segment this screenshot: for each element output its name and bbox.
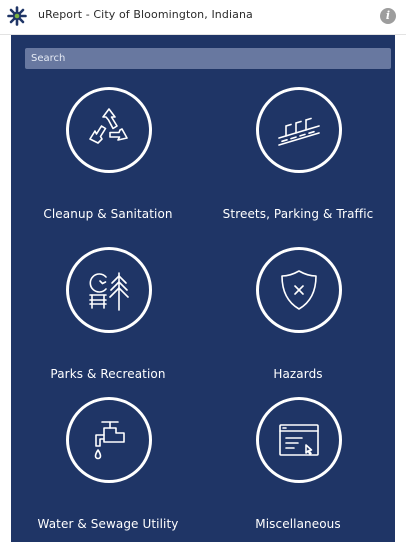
search-input[interactable]: Search xyxy=(25,48,391,69)
faucet-icon xyxy=(94,421,125,460)
browser-window-icon xyxy=(279,424,319,456)
category-circle xyxy=(66,397,152,483)
category-circle xyxy=(66,87,152,173)
category-cleanup-sanitation[interactable]: Cleanup & Sanitation xyxy=(13,87,203,243)
category-parks-recreation[interactable]: Parks & Recreation xyxy=(13,247,203,403)
category-label: Hazards xyxy=(273,367,323,381)
info-icon[interactable]: i xyxy=(380,8,396,24)
category-circle xyxy=(66,247,152,333)
category-label: Parks & Recreation xyxy=(50,367,166,381)
category-circle xyxy=(256,397,342,483)
park-bench-tree-icon xyxy=(89,272,129,311)
road-icon xyxy=(278,117,320,146)
category-label: Cleanup & Sanitation xyxy=(43,207,173,221)
app: uReport - City of Bloomington, Indiana i… xyxy=(0,0,406,542)
app-title: uReport - City of Bloomington, Indiana xyxy=(38,8,253,21)
category-label: Miscellaneous xyxy=(255,517,341,531)
category-water-sewage-utility[interactable]: Water & Sewage Utility xyxy=(13,397,203,553)
city-logo-icon xyxy=(7,6,27,26)
category-circle xyxy=(256,247,342,333)
header-bar: uReport - City of Bloomington, Indiana i xyxy=(0,0,406,35)
category-hazards[interactable]: Hazards xyxy=(203,247,393,403)
category-label: Water & Sewage Utility xyxy=(37,517,179,531)
shield-x-icon xyxy=(281,270,317,310)
category-circle xyxy=(256,87,342,173)
category-label: Streets, Parking & Traffic xyxy=(222,207,374,221)
category-streets-parking-traffic[interactable]: Streets, Parking & Traffic xyxy=(203,87,393,243)
recycle-icon xyxy=(89,108,128,144)
category-panel: Search Cleanup & Sanitation Streets, Par… xyxy=(11,35,395,542)
category-miscellaneous[interactable]: Miscellaneous xyxy=(203,397,393,553)
